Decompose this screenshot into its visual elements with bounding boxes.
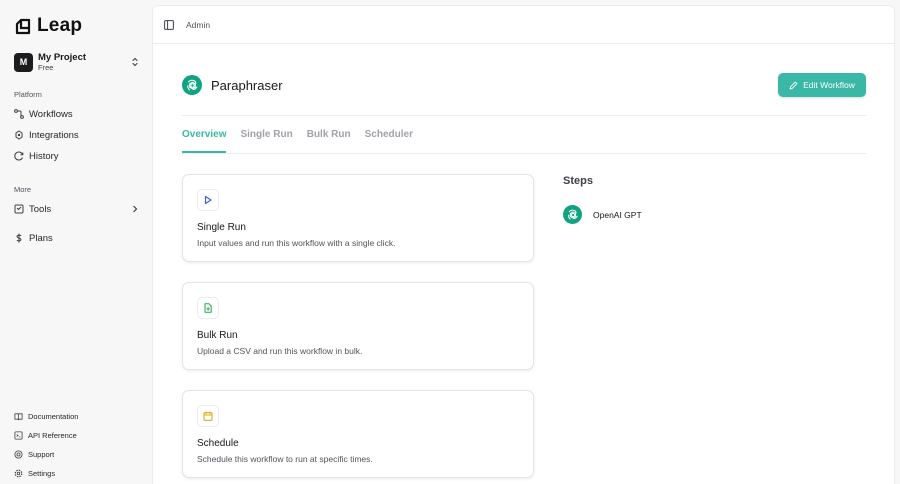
steps-title: Steps [563, 175, 593, 187]
tab-single-run[interactable]: Single Run [240, 129, 292, 153]
chevrons-up-down-icon [132, 57, 138, 67]
tools-icon [14, 204, 24, 214]
card-icon-box [197, 405, 219, 427]
calendar-icon [203, 411, 213, 421]
sidebar-item-label: Plans [29, 232, 53, 244]
schedule-card[interactable]: Schedule Schedule this workflow to run a… [182, 390, 534, 478]
play-icon [204, 195, 212, 205]
section-label-more: More [14, 185, 32, 194]
sidebar-item-label: History [29, 150, 59, 162]
divider [182, 153, 866, 154]
integrations-icon [15, 130, 23, 140]
footer-item-label: Settings [28, 468, 56, 478]
edit-workflow-label: Edit Workflow [803, 80, 855, 90]
sidebar-item-label: Integrations [29, 129, 79, 141]
bulk-run-card[interactable]: Bulk Run Upload a CSV and run this workf… [182, 282, 534, 370]
workflow-header: Paraphraser Edit Workflow [182, 73, 866, 97]
card-description: Schedule this workflow to run at specifi… [197, 454, 373, 464]
footer-item-label: Support [28, 449, 55, 459]
card-title: Bulk Run [197, 330, 238, 341]
top-bar: Admin [153, 6, 894, 44]
sidebar-item-documentation[interactable]: Documentation [14, 409, 78, 423]
sidebar-item-label: Workflows [29, 108, 73, 120]
footer-item-label: API Reference [28, 430, 77, 440]
sidebar-item-history[interactable]: History [14, 147, 140, 165]
openai-icon [182, 75, 202, 95]
step-label: OpenAI GPT [593, 209, 642, 220]
tab-scheduler[interactable]: Scheduler [365, 129, 413, 153]
breadcrumb[interactable]: Admin [186, 20, 210, 30]
chevron-right-icon [133, 205, 138, 213]
project-name: My Project [38, 52, 87, 63]
sidebar: Leap M My Project Free Platform Workflow… [0, 0, 152, 484]
pencil-icon [789, 81, 798, 89]
sidebar-item-label: Tools [29, 203, 52, 215]
sidebar-item-plans[interactable]: Plans [14, 229, 140, 247]
card-icon-box [197, 297, 219, 319]
logo[interactable]: Leap [15, 15, 82, 37]
footer-item-label: Documentation [28, 411, 79, 421]
section-label-platform: Platform [14, 90, 42, 99]
app-name: Leap [37, 15, 83, 36]
history-icon [14, 151, 24, 161]
sidebar-item-tools[interactable]: Tools [14, 200, 140, 218]
main-panel: Admin Paraphraser Edit Workflow Overview… [152, 5, 895, 484]
divider [182, 115, 866, 116]
card-description: Upload a CSV and run this workflow in bu… [197, 346, 363, 356]
gear-icon [14, 469, 23, 477]
card-title: Single Run [197, 222, 246, 233]
tab-bar: Overview Single Run Bulk Run Scheduler [182, 129, 413, 153]
edit-workflow-button[interactable]: Edit Workflow [778, 73, 866, 97]
sidebar-item-api-reference[interactable]: API Reference [14, 428, 77, 442]
leap-logo-icon [15, 18, 31, 34]
workflow-icon [14, 109, 24, 119]
card-icon-box [197, 189, 219, 211]
sidebar-item-workflows[interactable]: Workflows [14, 105, 140, 123]
tab-bulk-run[interactable]: Bulk Run [307, 129, 351, 153]
sidebar-item-settings[interactable]: Settings [14, 466, 55, 480]
tab-overview[interactable]: Overview [182, 129, 227, 153]
sidebar-item-support[interactable]: Support [14, 447, 54, 461]
card-title: Schedule [197, 438, 239, 449]
project-plan: Free [38, 62, 54, 72]
openai-icon [563, 205, 582, 224]
workflow-title: Paraphraser [211, 77, 283, 93]
terminal-icon [14, 430, 23, 440]
project-avatar: M [14, 52, 33, 72]
lifebuoy-icon [14, 449, 23, 459]
sidebar-item-integrations[interactable]: Integrations [14, 126, 140, 144]
sidebar-toggle-icon[interactable] [164, 19, 174, 30]
file-plus-icon [204, 303, 212, 313]
step-item[interactable]: OpenAI GPT [563, 205, 642, 224]
book-icon [14, 412, 23, 420]
dollar-icon [16, 233, 22, 243]
card-description: Input values and run this workflow with … [197, 238, 396, 248]
project-switcher[interactable]: M My Project Free [14, 51, 140, 73]
single-run-card[interactable]: Single Run Input values and run this wor… [182, 174, 534, 262]
